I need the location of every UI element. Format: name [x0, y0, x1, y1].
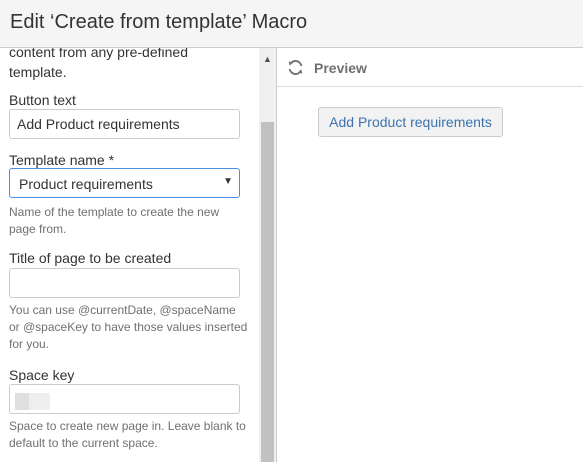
preview-create-button[interactable]: Add Product requirements: [318, 107, 503, 137]
left-panel-scrollbar[interactable]: ▲: [259, 48, 276, 462]
space-key-help: Space to create new page in. Leave blank…: [9, 419, 246, 450]
template-name-selected: Product requirements: [19, 176, 153, 192]
template-name-select[interactable]: Product requirements ▼: [9, 168, 240, 198]
button-text-input[interactable]: [9, 109, 240, 139]
preview-toolbar: Preview: [277, 48, 583, 87]
intro-text: content from any pre-defined template.: [9, 48, 188, 80]
scroll-up-arrow-icon[interactable]: ▲: [259, 54, 276, 64]
dialog-header: Edit ‘Create from template’ Macro: [0, 0, 583, 48]
caret-down-icon: ▼: [223, 176, 233, 187]
page-title-input[interactable]: [9, 268, 240, 298]
macro-parameters-panel[interactable]: content from any pre-defined template. B…: [0, 48, 259, 462]
page-title-help: You can use @currentDate, @spaceName or …: [9, 303, 248, 351]
scrollbar-thumb[interactable]: [261, 122, 274, 462]
button-text-label: Button text: [9, 92, 76, 108]
template-name-help: Name of the template to create the new p…: [9, 205, 220, 236]
space-key-input[interactable]: [9, 384, 240, 414]
space-key-label: Space key: [9, 367, 75, 383]
space-key-value-redacted-part: [15, 393, 29, 410]
preview-label: Preview: [314, 60, 367, 76]
refresh-icon[interactable]: [287, 59, 304, 76]
preview-panel: Preview Add Product requirements: [277, 48, 583, 462]
page-title-label: Title of page to be created: [9, 250, 172, 266]
dialog-title: Edit ‘Create from template’ Macro: [10, 11, 308, 33]
template-name-label: Template name *: [9, 152, 115, 168]
